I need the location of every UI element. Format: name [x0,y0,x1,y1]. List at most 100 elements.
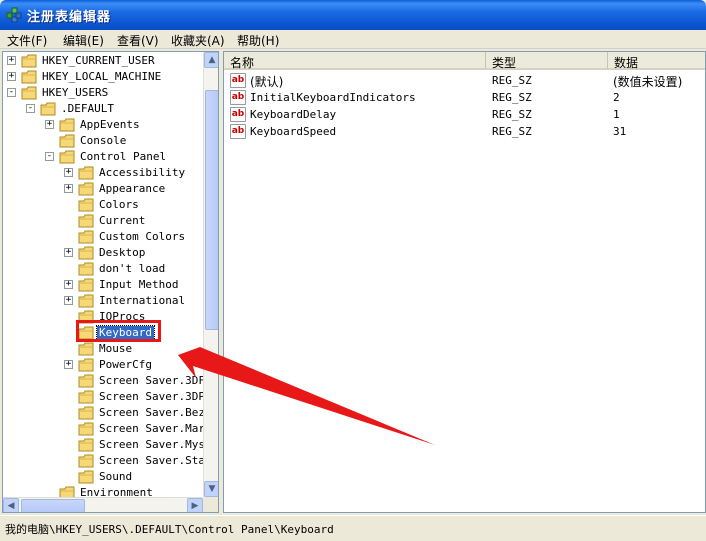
tree-item-label: .DEFAULT [61,102,114,115]
tree-item-label: Control Panel [80,150,167,163]
folder-icon [78,182,94,196]
folder-icon [21,70,37,84]
tree-horizontal-scrollbar[interactable]: ◀ ▶ [3,497,203,512]
tree-item-label: Mouse [99,342,133,355]
folder-icon [78,390,94,404]
string-value-icon: ab [230,90,246,105]
string-value-icon: ab [230,107,246,122]
menu-file[interactable]: 文件(F) [7,32,47,49]
collapse-icon[interactable]: - [45,152,54,161]
tree-item-label: PowerCfg [99,358,152,371]
expand-icon[interactable]: + [64,248,73,257]
folder-icon [78,438,94,452]
folder-icon [59,150,75,164]
value-type: REG_SZ [492,108,532,121]
tree-item-label: Desktop [99,246,146,259]
tree-item-label: don't load [99,262,166,275]
registry-tree[interactable]: + HKEY_CURRENT_USER + HKEY_LOCAL_MACHINE - HK… [2,51,219,513]
tree-item-label: Colors [99,198,139,211]
tree-item-label: Screen Saver.Mystify [99,438,203,451]
tree-item-label: Accessibility [99,166,186,179]
expand-icon[interactable]: + [7,56,16,65]
scroll-thumb[interactable] [205,90,218,330]
folder-icon [21,54,37,68]
tree-content: + HKEY_CURRENT_USER + HKEY_LOCAL_MACHINE - HK… [3,52,203,497]
expand-icon[interactable]: + [45,120,54,129]
scrollbar-corner [203,497,218,512]
folder-icon [78,342,94,356]
folder-icon [78,406,94,420]
folder-icon [78,166,94,180]
tree-item-label: HKEY_LOCAL_MACHINE [42,70,162,83]
highlight-box [76,320,161,342]
expand-icon[interactable]: + [64,296,73,305]
expand-icon[interactable]: + [64,168,73,177]
tree-item-label: Appearance [99,182,166,195]
tree-item-label: Screen Saver.3DPipes [99,390,203,403]
menu-bar: 文件(F) 编辑(E) 查看(V) 收藏夹(A) 帮助(H) [0,30,706,49]
value-data: 1 [613,108,620,121]
tree-item-label: Screen Saver.Marquee [99,422,203,435]
folder-icon [59,486,75,497]
value-row[interactable]: ab InitialKeyboardIndicators REG_SZ 2 [224,89,705,106]
tree-item-label: Console [80,134,127,147]
tree-item-label: Screen Saver.Stars [99,454,203,467]
tree-item-label: HKEY_CURRENT_USER [42,54,155,67]
value-data: 31 [613,125,627,138]
tree-item-label: Sound [99,470,133,483]
expand-icon[interactable]: + [64,280,73,289]
menu-edit[interactable]: 编辑(E) [63,32,104,49]
tree-item-label: International [99,294,186,307]
scroll-left-icon[interactable]: ◀ [3,498,19,512]
value-row[interactable]: ab (默认) REG_SZ (数值未设置) [224,72,705,89]
scroll-down-icon[interactable]: ▼ [204,481,218,497]
collapse-icon[interactable]: - [26,104,35,113]
folder-icon [59,118,75,132]
folder-icon [78,246,94,260]
value-data: (数值未设置) [613,75,683,89]
window-title: 注册表编辑器 [27,10,112,25]
folder-icon [78,374,94,388]
title-bar[interactable]: 注册表编辑器 [0,0,706,30]
tree-vertical-scrollbar[interactable]: ▲ ▼ [203,52,218,497]
folder-icon [78,198,94,212]
column-header-type[interactable]: 类型 [486,52,608,70]
values-list[interactable]: 名称 类型 数据 ab (默认) REG_SZ (数值未设置) ab Initi… [223,51,706,513]
tree-item-label: HKEY_USERS [42,86,109,99]
folder-icon [78,278,94,292]
folder-icon [78,454,94,468]
value-name: KeyboardSpeed [250,125,337,138]
tree-item-label: Custom Colors [99,230,186,243]
folder-icon [78,230,94,244]
scroll-right-icon[interactable]: ▶ [187,498,203,512]
tree-item-label: Screen Saver.Bezier [99,406,203,419]
scroll-thumb-horizontal[interactable] [21,499,85,512]
value-data: 2 [613,91,620,104]
menu-help[interactable]: 帮助(H) [237,32,279,49]
value-row[interactable]: ab KeyboardDelay REG_SZ 1 [224,106,705,123]
collapse-icon[interactable]: - [7,88,16,97]
folder-icon [78,470,94,484]
menu-view[interactable]: 查看(V) [117,32,159,49]
scroll-up-icon[interactable]: ▲ [204,52,218,68]
value-type: REG_SZ [492,91,532,104]
expand-icon[interactable]: + [7,72,16,81]
column-header-data[interactable]: 数据 [608,52,705,70]
expand-icon[interactable]: + [64,184,73,193]
column-header-name[interactable]: 名称 [224,52,486,70]
folder-icon [21,86,37,100]
value-type: REG_SZ [492,125,532,138]
string-value-icon: ab [230,73,246,88]
folder-icon [40,102,56,116]
folder-icon [78,422,94,436]
tree-item-label: AppEvents [80,118,140,131]
status-bar: 我的电脑\HKEY_USERS\.DEFAULT\Control Panel\K… [0,515,706,541]
menu-favorites[interactable]: 收藏夹(A) [171,32,225,49]
folder-icon [59,134,75,148]
expand-icon[interactable]: + [64,360,73,369]
folder-icon [78,358,94,372]
folder-icon [78,214,94,228]
value-name: KeyboardDelay [250,108,337,121]
value-name: (默认) [250,75,284,89]
value-row[interactable]: ab KeyboardSpeed REG_SZ 31 [224,123,705,140]
